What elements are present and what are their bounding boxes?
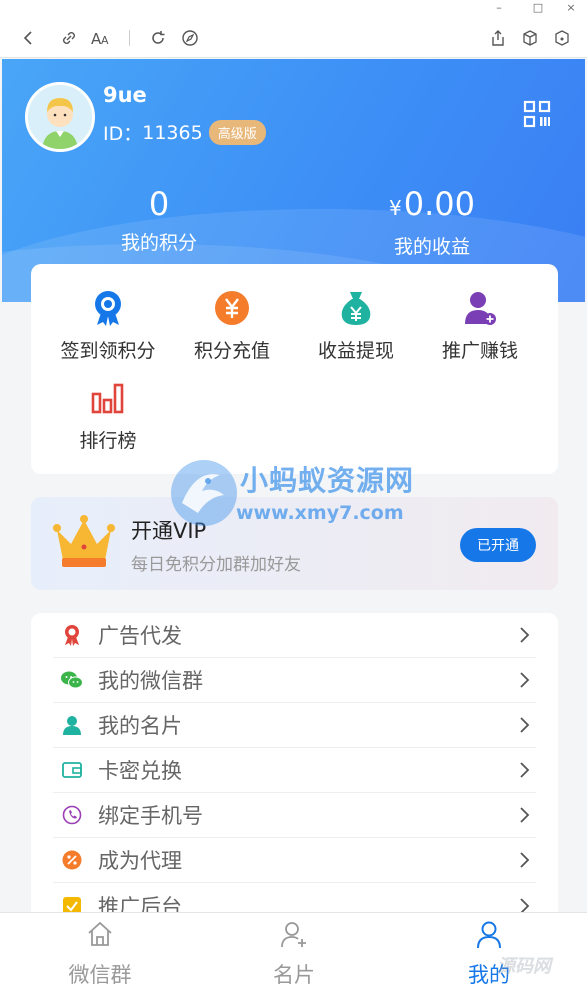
vip-subtitle: 每日免积分加群加好友 [131, 555, 301, 575]
earnings-stat[interactable]: ¥0.00 我的收益 [322, 184, 542, 259]
vip-card[interactable]: 开通VIP 每日免积分加群加好友 已开通 [31, 497, 558, 590]
action-label: 收益提现 [317, 340, 394, 362]
link-icon[interactable] [57, 26, 81, 50]
earnings-value: 0.00 [403, 185, 475, 223]
tab-business-card[interactable]: 名片 [234, 919, 354, 989]
menu-item-label: 绑定手机号 [98, 804, 203, 828]
points-value: 0 [148, 185, 170, 223]
menu-item-promo-backend[interactable]: 推广后台 [53, 883, 536, 913]
action-recharge[interactable]: 积分充值 [167, 288, 297, 363]
chevron-right-icon [520, 807, 530, 823]
toolbar-divider [129, 30, 130, 46]
discount-icon [61, 849, 83, 871]
person-icon [61, 714, 83, 736]
tab-wechat-groups[interactable]: 微信群 [40, 919, 160, 989]
extension-icon[interactable] [550, 26, 574, 50]
quick-actions-card: 签到领积分 积分充值 收益提现 推广赚钱 排行榜 [31, 264, 558, 474]
window-titlebar: – □ × [0, 0, 587, 18]
font-size-icon[interactable]: AA [89, 26, 113, 50]
action-label: 推广赚钱 [441, 340, 518, 362]
vip-title: 开通VIP [131, 519, 207, 543]
share-icon[interactable] [486, 26, 510, 50]
money-bag-icon [336, 288, 376, 328]
username: 9ue [103, 83, 147, 107]
checkbox-icon [61, 895, 83, 913]
yen-coin-icon [212, 288, 252, 328]
chevron-right-icon [520, 672, 530, 688]
tab-label: 微信群 [68, 963, 132, 987]
menu-item-label: 成为代理 [98, 849, 182, 873]
points-stat[interactable]: 0 我的积分 [49, 184, 269, 255]
cube-icon[interactable] [518, 26, 542, 50]
maximize-button[interactable]: □ [528, 1, 548, 14]
level-badge: 高级版 [208, 120, 266, 145]
user-id: ID： 11365 高级版 [103, 119, 266, 146]
wallet-icon [61, 759, 83, 781]
earnings-label: 我的收益 [393, 236, 470, 258]
menu-item-become-agent[interactable]: 成为代理 [53, 838, 536, 883]
award-icon [61, 624, 83, 646]
vip-activated-button[interactable]: 已开通 [460, 528, 536, 562]
action-withdraw[interactable]: 收益提现 [291, 288, 421, 363]
action-promote[interactable]: 推广赚钱 [415, 288, 545, 363]
chevron-right-icon [520, 762, 530, 778]
avatar[interactable] [25, 82, 95, 152]
back-icon[interactable] [16, 26, 40, 50]
menu-item-label: 广告代发 [98, 624, 182, 648]
action-label: 签到领积分 [60, 340, 156, 362]
user-id-value: 11365 [142, 121, 203, 144]
menu-item-my-card[interactable]: 我的名片 [53, 703, 536, 748]
action-label: 排行榜 [79, 430, 137, 452]
qrcode-icon[interactable] [523, 100, 551, 128]
corner-watermark: 源码网 [497, 956, 551, 977]
chevron-right-icon [520, 897, 530, 913]
points-label: 我的积分 [120, 232, 197, 254]
browser-toolbar: AA [0, 18, 587, 58]
wechat-icon [61, 669, 83, 691]
action-checkin[interactable]: 签到领积分 [43, 288, 173, 363]
user-add-icon [281, 922, 306, 948]
compass-icon[interactable] [178, 26, 202, 50]
menu-item-bind-phone[interactable]: 绑定手机号 [53, 793, 536, 838]
crown-icon [53, 515, 115, 567]
currency-symbol: ¥ [389, 196, 402, 220]
close-button[interactable]: × [561, 1, 581, 14]
menu-item-label: 推广后台 [98, 894, 182, 914]
menu-item-label: 卡密兑换 [98, 759, 182, 783]
action-label: 积分充值 [193, 340, 270, 362]
menu-item-label: 我的微信群 [98, 669, 203, 693]
phone-icon [61, 804, 83, 826]
menu-list: 广告代发 我的微信群 我的名片 卡密兑换 绑定手机号 成为代理 推广后台 [31, 613, 558, 913]
chevron-right-icon [520, 717, 530, 733]
svg-text:A: A [101, 34, 109, 47]
user-add-icon [460, 288, 500, 328]
medal-icon [88, 288, 128, 328]
refresh-icon[interactable] [146, 26, 170, 50]
bar-chart-icon [88, 378, 128, 418]
action-ranking[interactable]: 排行榜 [43, 378, 173, 453]
menu-item-label: 我的名片 [98, 714, 182, 738]
menu-item-ad-posting[interactable]: 广告代发 [53, 613, 536, 658]
home-icon [88, 921, 112, 946]
tab-label: 名片 [273, 963, 315, 987]
chevron-right-icon [520, 627, 530, 643]
minimize-button[interactable]: – [489, 1, 509, 14]
chevron-right-icon [520, 852, 530, 868]
user-icon [477, 921, 501, 949]
menu-item-my-wechat-groups[interactable]: 我的微信群 [53, 658, 536, 703]
user-id-label: ID： [103, 123, 143, 145]
menu-item-redeem-code[interactable]: 卡密兑换 [53, 748, 536, 793]
